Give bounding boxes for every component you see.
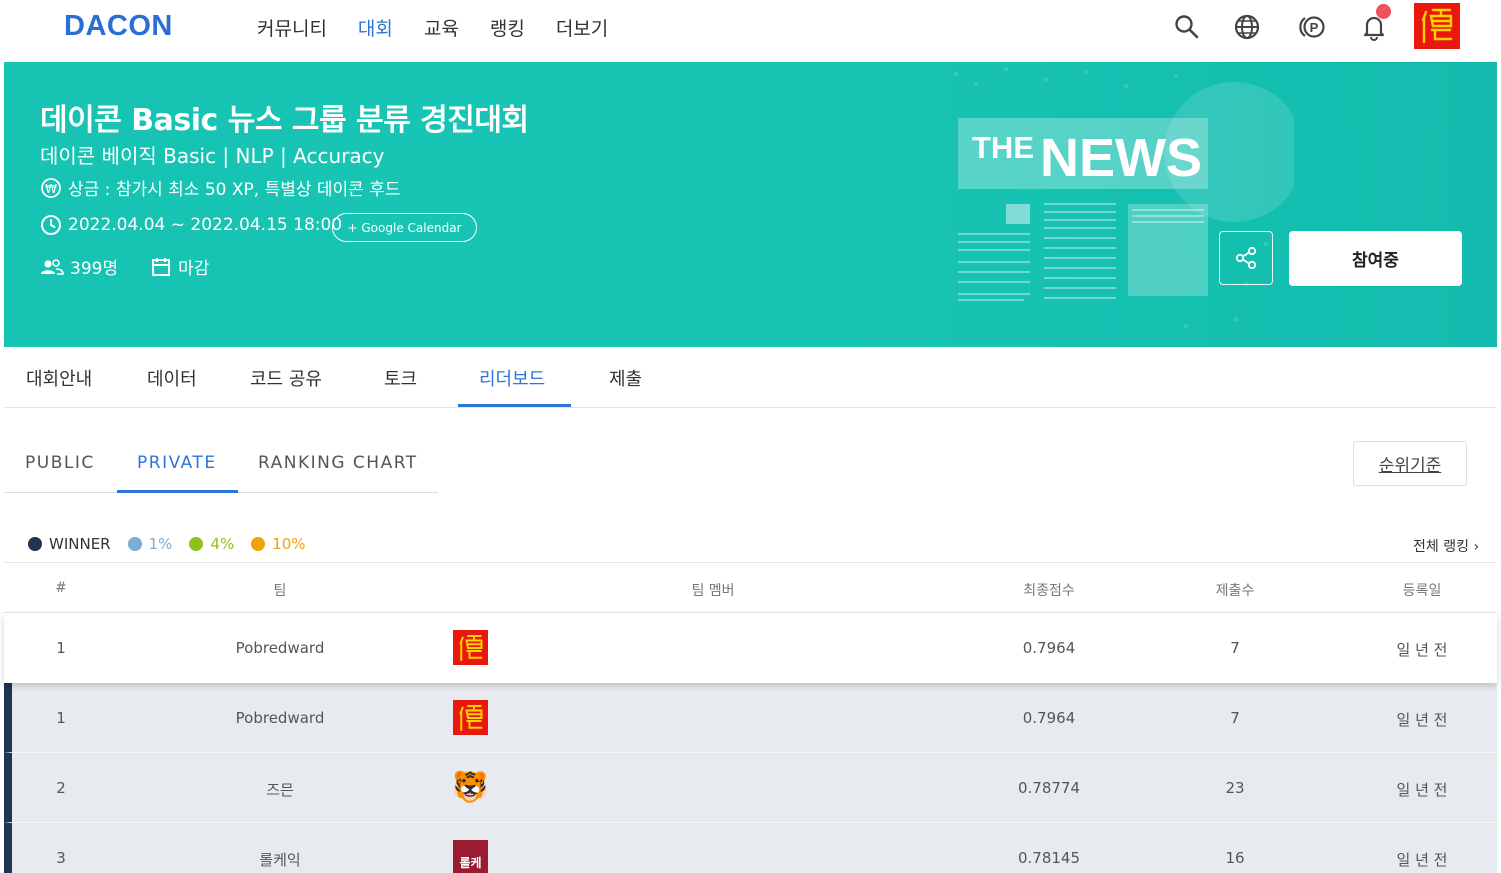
join-button[interactable]: 참여중: [1289, 231, 1462, 286]
legend-winner: WINNER: [28, 535, 111, 553]
header-score[interactable]: 최종점수: [1023, 580, 1075, 600]
my-team-row[interactable]: 1 Pobredward 0.7964 7 일 년 전: [4, 613, 1497, 683]
svg-text:₩: ₩: [45, 182, 57, 196]
menu-ranking[interactable]: 랭킹: [490, 14, 525, 41]
menu-more[interactable]: 더보기: [556, 14, 608, 41]
search-icon[interactable]: [1172, 12, 1202, 42]
table-header: # 팀 팀 멤버 최종점수 제출수 등록일: [4, 562, 1497, 613]
tab-data[interactable]: 데이터: [147, 365, 197, 391]
score-cell: 0.78145: [1017, 849, 1081, 867]
graphic-the: THE: [972, 130, 1034, 165]
ranking-criteria-button[interactable]: 순위기준: [1353, 441, 1467, 486]
period-line: 2022.04.04 ~ 2022.04.15 18:00: [40, 214, 342, 236]
participants-line: 399명 마감: [40, 254, 209, 279]
rank-cell: 1: [56, 709, 66, 727]
legend-1pct: 1%: [127, 535, 172, 553]
team-cell[interactable]: 즈믄: [266, 779, 294, 800]
date-cell: 일 년 전: [1396, 711, 1448, 729]
1pct-dot-icon: [127, 537, 142, 551]
points-icon[interactable]: P: [1297, 12, 1327, 42]
score-cell: 0.7964: [1022, 709, 1076, 727]
submissions-cell: 23: [1225, 779, 1245, 797]
submissions-cell: 7: [1230, 639, 1240, 657]
dacon-logo[interactable]: DACON: [64, 10, 173, 43]
rank-cell: 3: [56, 849, 66, 867]
submissions-cell: 16: [1225, 849, 1245, 867]
subtab-public[interactable]: PUBLIC: [25, 453, 95, 473]
header-team[interactable]: 팀: [274, 580, 287, 600]
top-navigation: DACON 커뮤니티 대회 교육 랭킹 더보기 P: [0, 0, 1501, 56]
chevron-right-icon: ›: [1473, 539, 1480, 555]
score-cell: 0.7964: [1022, 639, 1076, 657]
competition-banner: 데이콘 Basic 뉴스 그룹 분류 경진대회 데이콘 베이직 Basic | …: [4, 62, 1497, 347]
prize-text: 상금 : 참가시 최소 50 XP, 특별상 데이콘 후드: [68, 180, 401, 200]
menu-education[interactable]: 교육: [424, 14, 459, 41]
tab-code-share[interactable]: 코드 공유: [250, 365, 322, 391]
table-row[interactable]: 1 Pobredward 0.7964 7 일 년 전: [4, 683, 1497, 753]
tab-submit[interactable]: 제출: [609, 365, 642, 391]
table-row[interactable]: 2 즈믄 🐯 0.78774 23 일 년 전: [4, 753, 1497, 823]
prize-line: ₩ 상금 : 참가시 최소 50 XP, 특별상 데이콘 후드: [40, 175, 401, 200]
legend-4pct: 4%: [189, 535, 234, 553]
header-submissions[interactable]: 제출수: [1216, 580, 1255, 600]
legend-10pct: 10%: [251, 535, 306, 553]
table-row[interactable]: 3 롤케익 롤케 0.78145 16 일 년 전: [4, 823, 1497, 873]
google-calendar-button[interactable]: + Google Calendar: [332, 213, 477, 242]
seal-avatar-icon[interactable]: [453, 700, 488, 735]
score-cell: 0.78774: [1017, 779, 1081, 797]
winner-dot-icon: [28, 537, 42, 551]
team-cell[interactable]: Pobredward: [236, 709, 325, 727]
tiger-avatar-icon[interactable]: 🐯: [452, 770, 489, 805]
tab-leaderboard[interactable]: 리더보드: [479, 365, 545, 391]
rank-cell: 1: [56, 639, 66, 657]
date-cell: 일 년 전: [1396, 781, 1448, 799]
submissions-cell: 7: [1230, 709, 1240, 727]
main-menu: 커뮤니티 대회 교육 랭킹 더보기: [257, 14, 639, 41]
subtab-ranking-chart[interactable]: RANKING CHART: [258, 453, 418, 473]
rank-legend: WINNER 1% 4% 10%: [28, 535, 323, 553]
date-cell: 일 년 전: [1396, 641, 1448, 659]
seal-avatar-icon: [1421, 8, 1453, 44]
10pct-dot-icon: [251, 537, 266, 551]
competition-title: 데이콘 Basic 뉴스 그룹 분류 경진대회: [40, 103, 529, 138]
clock-icon: [41, 215, 61, 235]
people-icon: [41, 258, 64, 275]
share-button[interactable]: [1219, 231, 1273, 285]
subtab-private[interactable]: PRIVATE: [137, 453, 217, 473]
status-text: 마감: [178, 259, 210, 279]
header-rank[interactable]: #: [55, 580, 67, 596]
news-graphic: THE NEWS: [954, 67, 1294, 328]
date-cell: 일 년 전: [1396, 851, 1448, 869]
globe-icon[interactable]: [1232, 12, 1262, 42]
prize-icon: ₩: [41, 177, 61, 198]
notification-badge: [1376, 4, 1391, 19]
menu-competition[interactable]: 대회: [358, 14, 393, 41]
bell-icon[interactable]: [1359, 4, 1391, 42]
share-icon: [1235, 246, 1257, 270]
active-subtab-indicator: [117, 490, 238, 493]
calendar-icon: [152, 257, 171, 276]
team-cell[interactable]: Pobredward: [236, 639, 325, 657]
competition-tabs: 대회안내 데이터 코드 공유 토크 리더보드 제출: [4, 347, 1497, 408]
leaderboard-subtabs: PUBLIC PRIVATE RANKING CHART: [4, 433, 438, 493]
active-tab-indicator: [458, 404, 571, 407]
seal-avatar-icon[interactable]: [453, 630, 488, 665]
header-date[interactable]: 등록일: [1403, 580, 1442, 600]
participant-count: 399명: [70, 259, 119, 279]
header-members[interactable]: 팀 멤버: [691, 580, 734, 600]
4pct-dot-icon: [189, 537, 204, 551]
tab-talk[interactable]: 토크: [384, 365, 417, 391]
team-cell[interactable]: 롤케익: [259, 849, 300, 870]
rank-cell: 2: [56, 779, 66, 797]
tab-info[interactable]: 대회안내: [26, 365, 92, 391]
menu-community[interactable]: 커뮤니티: [257, 14, 327, 41]
svg-text:P: P: [1310, 20, 1319, 35]
user-avatar[interactable]: [1414, 3, 1460, 49]
all-ranking-link[interactable]: 전체 랭킹 ›: [1413, 536, 1479, 556]
text-avatar-icon[interactable]: 롤케: [453, 840, 488, 873]
graphic-news: NEWS: [1040, 128, 1202, 188]
period-text: 2022.04.04 ~ 2022.04.15 18:00: [68, 215, 343, 235]
competition-subtitle: 데이콘 베이직 Basic | NLP | Accuracy: [40, 144, 385, 168]
